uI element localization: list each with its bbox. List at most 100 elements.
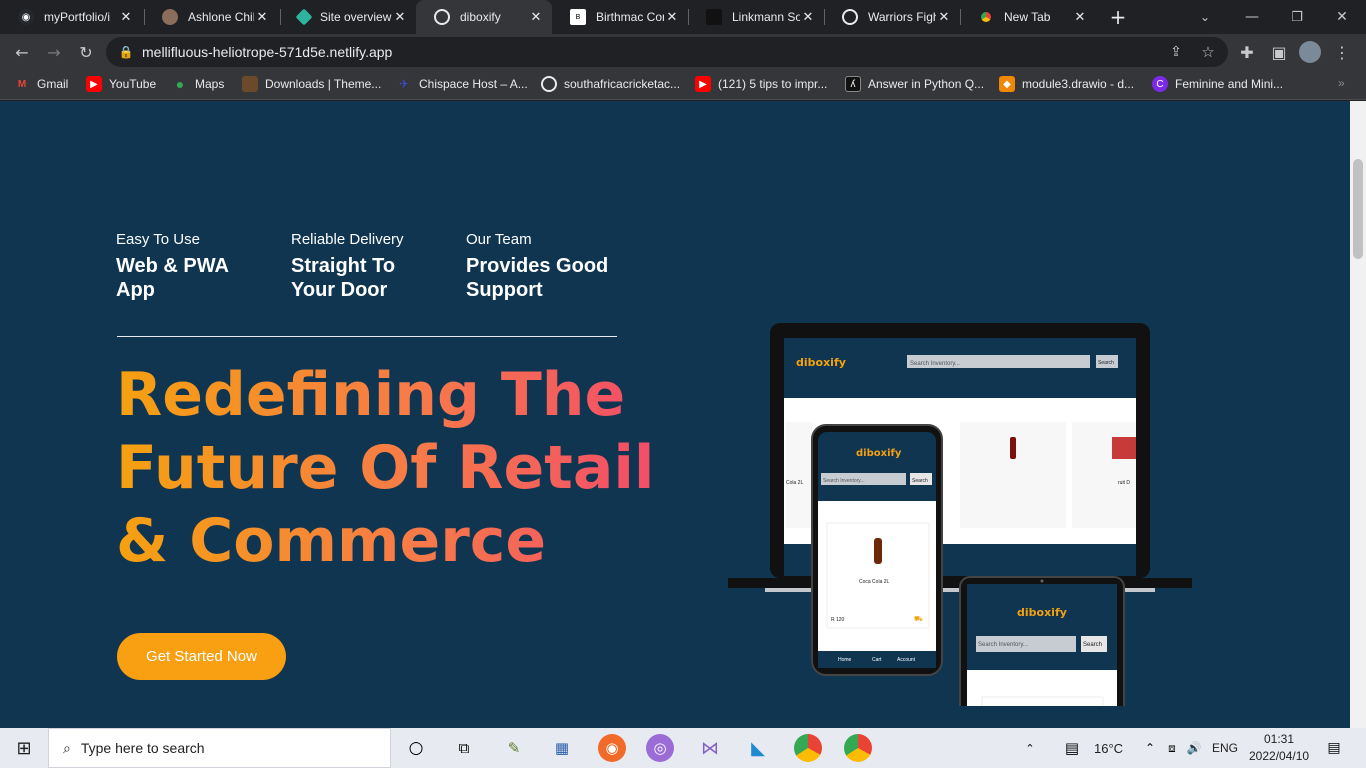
extensions-icon[interactable]: ✚: [1235, 40, 1259, 64]
tab-site-overview[interactable]: Site overview ✕: [280, 0, 416, 34]
restore-icon[interactable]: ❐: [1285, 5, 1309, 29]
more-bookmarks-icon[interactable]: »: [1338, 76, 1345, 90]
address-bar[interactable]: 🔒 mellifluous-heliotrope-571d5e.netlify.…: [106, 37, 1228, 67]
bookmark-drawio[interactable]: ◆ module3.drawio - d...: [999, 76, 1134, 92]
page-scrollbar[interactable]: [1350, 101, 1366, 728]
bookmark-youtube[interactable]: ▶ YouTube: [86, 76, 156, 92]
svg-text:Search: Search: [1098, 360, 1114, 366]
weather-icon[interactable]: ▤: [1058, 734, 1086, 762]
bookmark-southafricacricket[interactable]: southafricacricketac...: [541, 76, 680, 92]
github-desktop-icon[interactable]: ◎: [646, 734, 674, 762]
tab-ashlone[interactable]: Ashlone Chib ✕: [144, 0, 278, 34]
chrome-icon: [978, 9, 994, 25]
bookmark-5-tips[interactable]: ▶ (121) 5 tips to impr...: [695, 76, 827, 92]
svg-text:Search Inventory...: Search Inventory...: [978, 642, 1028, 648]
svg-text:Cart: Cart: [872, 657, 882, 663]
divider: [117, 336, 617, 337]
close-icon[interactable]: ✕: [664, 9, 680, 25]
bookmark-star-icon[interactable]: ☆: [1196, 40, 1220, 64]
svg-text:ruit D: ruit D: [1118, 480, 1130, 486]
bookmarks-bar: M Gmail ▶ YouTube ● Maps Downloads | Theme.…: [0, 70, 1366, 100]
reload-icon[interactable]: ↻: [74, 40, 98, 64]
notifications-icon[interactable]: ▤: [1320, 734, 1348, 762]
github-icon: ◉: [18, 9, 34, 25]
tab-warriors[interactable]: Warriors Figh ✕: [824, 0, 960, 34]
close-icon[interactable]: ✕: [118, 9, 134, 25]
volume-icon[interactable]: 🔊: [1180, 734, 1208, 762]
window-close-icon[interactable]: ✕: [1330, 5, 1354, 29]
close-icon[interactable]: ✕: [392, 9, 408, 25]
minimize-icon[interactable]: —: [1240, 5, 1264, 29]
clock-time[interactable]: 01:31: [1264, 732, 1294, 746]
tab-diboxify[interactable]: diboxify ✕: [416, 0, 552, 34]
postman-icon[interactable]: ◉: [598, 734, 626, 762]
cortana-icon[interactable]: ○: [402, 734, 430, 762]
feature-our-team: Our Team Provides Good Support: [466, 231, 636, 302]
svg-text:R 120: R 120: [831, 617, 845, 623]
lock-icon[interactable]: 🔒: [114, 40, 138, 64]
url-text[interactable]: mellifluous-heliotrope-571d5e.netlify.ap…: [142, 44, 392, 60]
bookmark-feminine[interactable]: C Feminine and Mini...: [1152, 76, 1283, 92]
tab-linkmann[interactable]: Linkmann So ✕: [688, 0, 824, 34]
feature-title: Provides Good Support: [466, 255, 609, 301]
tab-search-chevron-icon[interactable]: ⌄: [1193, 5, 1217, 29]
vscode-icon[interactable]: ◣: [744, 734, 772, 762]
close-icon[interactable]: ✕: [800, 9, 816, 25]
canva-icon: C: [1152, 76, 1168, 92]
network-app-icon[interactable]: ▦: [548, 734, 576, 762]
device-mockup-image: diboxify Search Inventory... Search Cola…: [728, 323, 1192, 706]
visual-studio-icon[interactable]: ⋈: [696, 734, 724, 762]
svg-text:Home: Home: [838, 657, 852, 663]
svg-text:Cola 2L: Cola 2L: [786, 480, 803, 486]
drawio-icon: ◆: [999, 76, 1015, 92]
close-icon[interactable]: ✕: [528, 9, 544, 25]
tab-new-tab[interactable]: New Tab ✕: [960, 0, 1096, 34]
search-icon: ⌕: [63, 739, 71, 756]
chevron-up-icon[interactable]: ⌃: [1016, 734, 1044, 762]
bookmark-gmail[interactable]: M Gmail: [14, 76, 69, 92]
tab-birthmac[interactable]: B Birthmac Con ✕: [552, 0, 688, 34]
close-icon[interactable]: ✕: [1072, 9, 1088, 25]
svg-text:Search: Search: [1083, 642, 1102, 648]
new-tab-icon[interactable]: +: [1106, 5, 1130, 29]
share-icon[interactable]: ⇪: [1164, 40, 1188, 64]
svg-text:Coca Cola 2L: Coca Cola 2L: [859, 579, 890, 585]
close-icon[interactable]: ✕: [936, 9, 952, 25]
svg-text:Search Inventory...: Search Inventory...: [823, 478, 865, 484]
avatar[interactable]: [1299, 41, 1321, 63]
get-started-button[interactable]: Get Started Now: [117, 633, 286, 680]
clock-date[interactable]: 2022/04/10: [1249, 749, 1309, 763]
forward-icon[interactable]: →: [42, 40, 66, 64]
svg-text:Account: Account: [897, 657, 916, 663]
birthmac-icon: B: [570, 9, 586, 25]
bookmark-chispace[interactable]: ✈ Chispace Host – A...: [396, 76, 528, 92]
back-icon[interactable]: ←: [10, 40, 34, 64]
windows-start-icon[interactable]: ⊞: [10, 734, 38, 762]
menu-icon[interactable]: ⋮: [1330, 40, 1354, 64]
svg-text:diboxify: diboxify: [796, 356, 846, 369]
globe-icon: [541, 76, 557, 92]
close-icon[interactable]: ✕: [254, 9, 270, 25]
app-icon[interactable]: ✎: [500, 734, 528, 762]
feature-title: Web & PWA App: [116, 255, 229, 301]
chrome-icon[interactable]: [794, 734, 822, 762]
youtube-icon: ▶: [695, 76, 711, 92]
tab-portfolio[interactable]: ◉ myPortfolio/i ✕: [0, 0, 142, 34]
browser-toolbar: ← → ↻ 🔒 mellifluous-heliotrope-571d5e.ne…: [0, 34, 1366, 70]
windows-taskbar: ⊞ ⌕ Type here to search ○ ⧉ ✎ ▦ ◉ ◎ ⋈ ◣ …: [0, 728, 1366, 768]
bookmark-maps[interactable]: ● Maps: [172, 76, 225, 92]
language-indicator[interactable]: ENG: [1212, 741, 1238, 755]
taskbar-search-input[interactable]: ⌕ Type here to search: [48, 728, 391, 768]
bookmark-downloads[interactable]: Downloads | Theme...: [242, 76, 381, 92]
youtube-icon: ▶: [86, 76, 102, 92]
scrollbar-thumb[interactable]: [1353, 159, 1363, 259]
svg-text:diboxify: diboxify: [856, 448, 902, 459]
task-view-icon[interactable]: ⧉: [450, 734, 478, 762]
answer-icon: ʎ: [845, 76, 861, 92]
side-panel-icon[interactable]: ▣: [1267, 40, 1291, 64]
feature-label: Easy To Use: [116, 231, 200, 248]
svg-text:⛟: ⛟: [914, 615, 923, 623]
chrome-profile-icon[interactable]: [844, 734, 872, 762]
bookmark-answer-python[interactable]: ʎ Answer in Python Q...: [845, 76, 984, 92]
temperature-text[interactable]: 16°C: [1094, 741, 1123, 756]
